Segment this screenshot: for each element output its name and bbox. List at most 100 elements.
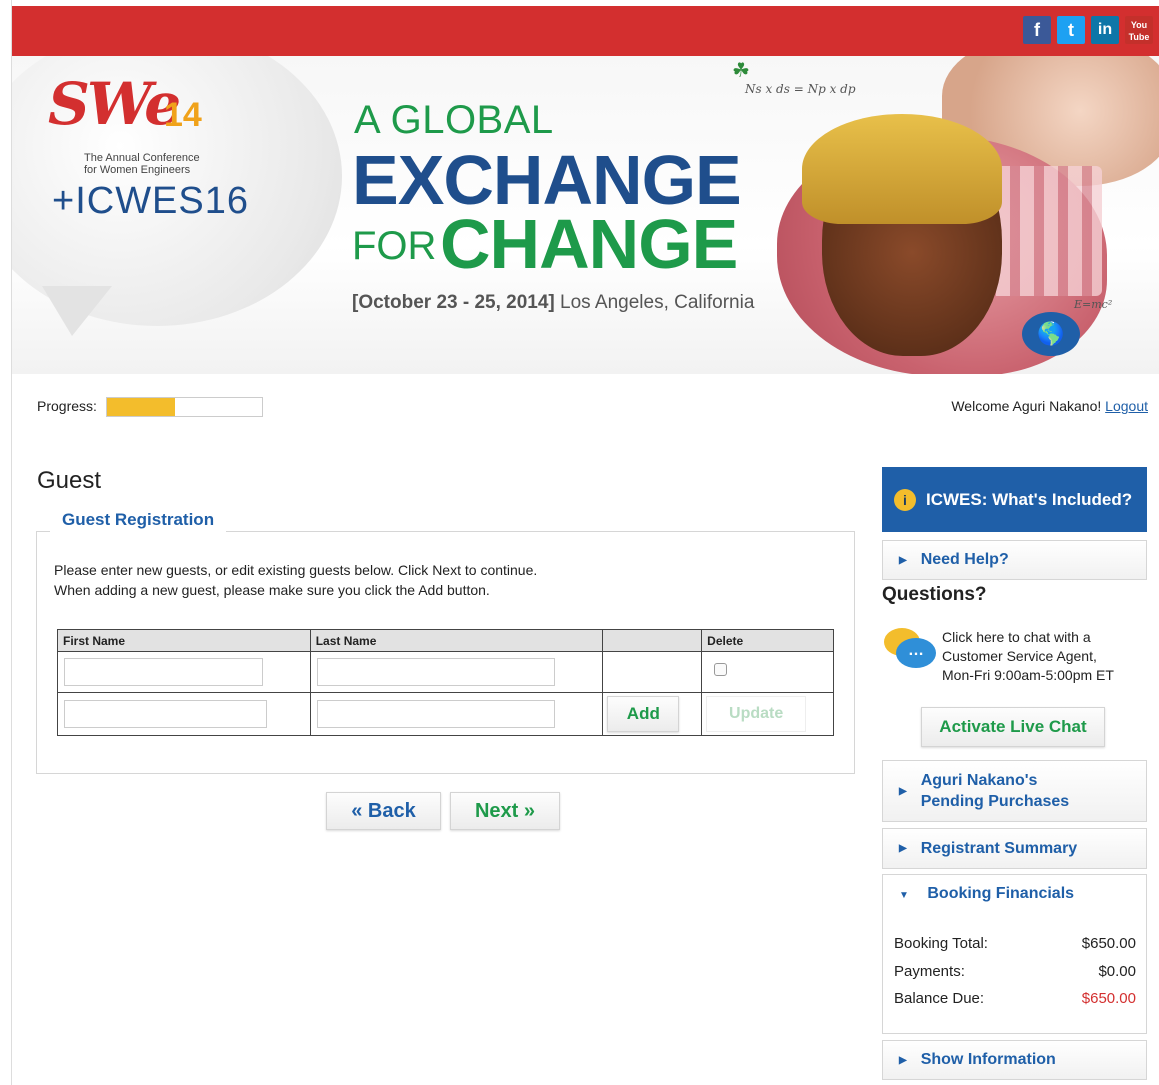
booking-financials-panel: ▼ Booking Financials Booking Total: $650… [882, 874, 1147, 1034]
booking-total-row: Booking Total: $650.00 [894, 935, 1136, 952]
logo-tagline: The Annual Conference for Women Engineer… [84, 152, 200, 176]
globe-icon: 🌎 [1022, 312, 1080, 356]
whats-included-label: ICWES: What's Included? [926, 489, 1133, 509]
youtube-icon[interactable]: You Tube [1125, 16, 1153, 44]
progress-fill [107, 398, 176, 416]
speech-bubble-tail [42, 286, 112, 336]
social-links: f t in You Tube [1023, 16, 1153, 44]
leaf-icon: ☘ [732, 60, 750, 82]
chat-description[interactable]: Click here to chat with a Customer Servi… [942, 628, 1114, 685]
progress-bar [106, 397, 263, 417]
event-date-location: [October 23 - 25, 2014] Los Angeles, Cal… [352, 292, 754, 314]
questions-heading: Questions? [882, 584, 987, 605]
guest-table: First Name Last Name Delete Add Update [57, 629, 834, 736]
swe-logo-year: 14 [164, 96, 202, 134]
chat-text-line-3: Mon-Fri 9:00am-5:00pm ET [942, 667, 1114, 683]
event-location: Los Angeles, California [560, 292, 755, 313]
booking-financials-header[interactable]: ▼ Booking Financials [899, 885, 1074, 903]
caret-right-icon: ▶ [899, 785, 907, 797]
head-wrap-graphic [802, 114, 1002, 224]
info-icon: i [894, 488, 916, 511]
booking-total-value: $650.00 [1081, 935, 1136, 952]
add-cell: Add [602, 692, 703, 736]
activate-live-chat-button[interactable]: Activate Live Chat [921, 707, 1105, 747]
pending-line-2: Pending Purchases [920, 793, 1070, 810]
logout-link[interactable]: Logout [1105, 398, 1148, 414]
logo-tagline-line1: The Annual Conference [84, 152, 200, 164]
chat-bubbles-icon: … [884, 628, 938, 672]
caret-down-icon: ▼ [899, 890, 909, 901]
whats-included-button[interactable]: i ICWES: What's Included? [882, 467, 1147, 532]
balance-due-value: $650.00 [1081, 990, 1136, 1007]
booking-financials-label: Booking Financials [927, 885, 1075, 902]
top-bar: f t in You Tube [12, 6, 1159, 56]
table-row [57, 651, 834, 693]
new-last-name-input[interactable] [316, 700, 555, 728]
new-last-name-cell [309, 692, 604, 736]
instructions-line-1: Please enter new guests, or edit existin… [54, 562, 538, 578]
payments-value: $0.00 [1098, 963, 1136, 980]
pending-purchases-panel[interactable]: ▶ Aguri Nakano's Pending Purchases [882, 760, 1147, 822]
table-row-new: Add Update [57, 692, 834, 736]
linkedin-icon[interactable]: in [1091, 16, 1119, 44]
chat-bubble-blue: … [896, 638, 936, 668]
formula-text: Ns x ds = Np x dp [745, 82, 856, 96]
facebook-icon[interactable]: f [1023, 16, 1051, 44]
headline-global: A GLOBAL [354, 98, 554, 142]
empty-cell [602, 651, 703, 693]
icwes-logo: +ICWES16 [52, 180, 250, 222]
booking-total-label: Booking Total: [894, 935, 988, 952]
chat-text-line-2: Customer Service Agent, [942, 648, 1097, 664]
instructions-line-2: When adding a new guest, please make sur… [54, 582, 490, 598]
logo-tagline-line2: for Women Engineers [84, 164, 191, 176]
pending-purchases-label: Aguri Nakano's Pending Purchases [921, 770, 1070, 812]
back-button[interactable]: « Back [326, 792, 441, 830]
registrant-summary-panel[interactable]: ▶ Registrant Summary [882, 828, 1147, 869]
first-name-input[interactable] [64, 658, 263, 686]
add-button[interactable]: Add [607, 696, 680, 732]
need-help-panel[interactable]: ▶ Need Help? [882, 540, 1147, 580]
conference-banner: SWe 14 The Annual Conference for Women E… [12, 56, 1159, 374]
page-left-edge [0, 0, 12, 1085]
table-header-row: First Name Last Name Delete [57, 629, 834, 652]
section-heading: Guest Registration [50, 508, 227, 532]
balance-due-label: Balance Due: [894, 990, 985, 1007]
show-information-panel[interactable]: ▶ Show Information [882, 1040, 1147, 1080]
headline-for: FOR [352, 224, 437, 268]
delete-cell [701, 651, 834, 693]
balance-due-row: Balance Due: $650.00 [894, 990, 1136, 1007]
progress-label: Progress: [37, 398, 97, 414]
update-button[interactable]: Update [706, 696, 807, 732]
chat-text-line-1: Click here to chat with a [942, 629, 1091, 645]
last-name-input[interactable] [316, 658, 555, 686]
last-name-cell [309, 651, 604, 693]
swe-logo: SWe [48, 70, 181, 138]
payments-label: Payments: [894, 963, 965, 980]
welcome-text: Welcome Aguri Nakano! [951, 398, 1102, 414]
registrant-summary-label: Registrant Summary [920, 839, 1078, 857]
new-first-name-cell [57, 692, 311, 736]
column-header-first-name: First Name [57, 629, 311, 652]
twitter-icon[interactable]: t [1057, 16, 1085, 44]
need-help-label: Need Help? [920, 551, 1009, 568]
pending-line-1: Aguri Nakano's [920, 772, 1038, 789]
column-header-action [602, 629, 703, 652]
headline-change: CHANGE [440, 205, 738, 283]
caret-right-icon: ▶ [899, 1054, 907, 1066]
page-title: Guest [37, 467, 102, 494]
caret-right-icon: ▶ [899, 843, 907, 854]
show-information-label: Show Information [920, 1051, 1056, 1068]
new-first-name-input[interactable] [64, 700, 267, 728]
delete-checkbox[interactable] [714, 662, 728, 676]
instructions: Please enter new guests, or edit existin… [54, 560, 537, 600]
event-date: [October 23 - 25, 2014] [352, 292, 555, 313]
column-header-last-name: Last Name [309, 629, 604, 652]
next-button[interactable]: Next » [450, 792, 560, 830]
payments-row: Payments: $0.00 [894, 963, 1136, 980]
column-header-delete: Delete [701, 629, 834, 652]
first-name-cell [57, 651, 311, 693]
emc-text: E=mc² [1074, 298, 1113, 311]
welcome-message: Welcome Aguri Nakano! Logout [951, 398, 1148, 414]
update-cell: Update [701, 692, 834, 736]
caret-right-icon: ▶ [899, 554, 907, 566]
